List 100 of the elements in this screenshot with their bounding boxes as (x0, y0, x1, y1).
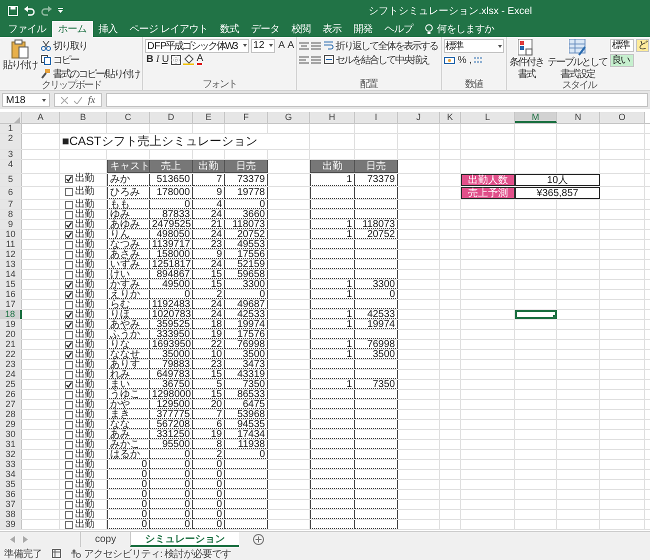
attendance-checkbox[interactable]: 出勤 (62, 174, 105, 183)
row-header[interactable]: 20 (0, 330, 22, 339)
attendance-checkbox[interactable]: 出勤 (62, 350, 105, 359)
attendance-checkbox[interactable]: 出勤 (62, 290, 105, 299)
cell-style[interactable]: ど (636, 39, 650, 52)
tell-me-field[interactable]: 何をしますか (436, 22, 494, 36)
row-header[interactable]: 31 (0, 440, 22, 449)
ribbon-tab[interactable]: ヘルプ (378, 21, 419, 37)
formula-input[interactable] (106, 93, 648, 107)
row-header[interactable]: 25 (0, 380, 22, 389)
row-header[interactable]: 32 (0, 450, 22, 459)
font-style-button[interactable]: U (160, 53, 169, 66)
attendance-checkbox[interactable]: 出勤 (62, 510, 105, 519)
check-icon[interactable] (74, 96, 82, 104)
decimal-icon[interactable] (473, 56, 484, 65)
ribbon-button[interactable]: セルを結合して中央揃え (322, 53, 430, 66)
column-header[interactable]: O (600, 112, 645, 123)
attendance-checkbox[interactable]: 出勤 (62, 210, 105, 219)
redo-icon[interactable] (41, 6, 52, 16)
ribbon-tab[interactable]: 開発 (347, 21, 378, 37)
attendance-checkbox[interactable]: 出勤 (62, 250, 105, 259)
column-header[interactable]: M (515, 112, 557, 123)
name-box[interactable]: M18 (2, 93, 50, 107)
ribbon-button[interactable]: コピー (40, 53, 140, 66)
column-header[interactable]: H (310, 112, 355, 123)
row-header[interactable]: 7 (0, 200, 22, 209)
row-header[interactable]: 3 (0, 150, 22, 159)
row-header[interactable]: 11 (0, 240, 22, 249)
row-header[interactable]: 13 (0, 260, 22, 269)
column-header[interactable]: I (355, 112, 398, 123)
attendance-checkbox[interactable]: 出勤 (62, 220, 105, 229)
attendance-checkbox[interactable]: 出勤 (62, 400, 105, 409)
ribbon-tab[interactable]: 校閲 (285, 21, 316, 37)
ribbon-tab[interactable]: ページ レイアウト (124, 21, 214, 37)
row-header[interactable]: 23 (0, 360, 22, 369)
font-style-button[interactable]: B (145, 53, 154, 66)
row-header[interactable]: 6 (0, 187, 22, 199)
fill-handle[interactable] (553, 315, 556, 318)
attendance-checkbox[interactable]: 出勤 (62, 390, 105, 399)
column-header[interactable]: K (440, 112, 461, 123)
ribbon-tab[interactable]: ホーム (52, 21, 92, 37)
row-header[interactable]: 38 (0, 510, 22, 519)
ribbon-tab[interactable]: ファイル (2, 21, 52, 37)
attendance-checkbox[interactable]: 出勤 (62, 410, 105, 419)
sheet-tab[interactable]: シミュレーション (130, 532, 240, 547)
font-color-button[interactable]: A (196, 53, 203, 66)
row-header[interactable]: 16 (0, 290, 22, 299)
row-header[interactable]: 9 (0, 220, 22, 229)
save-icon[interactable] (8, 6, 18, 16)
cell-style[interactable]: 標準 (610, 39, 634, 52)
attendance-checkbox[interactable]: 出勤 (62, 430, 105, 439)
font-size-button[interactable]: A (286, 39, 294, 52)
ribbon-tab[interactable]: データ (244, 21, 286, 37)
attendance-checkbox[interactable]: 出勤 (62, 300, 105, 309)
currency-icon[interactable] (444, 56, 455, 65)
row-header[interactable]: 1 (0, 124, 22, 133)
align-lines-icon[interactable] (310, 56, 321, 64)
ribbon-tab[interactable]: 挿入 (92, 21, 124, 37)
row-header[interactable]: 12 (0, 250, 22, 259)
row-header[interactable]: 22 (0, 350, 22, 359)
align-lines-icon[interactable] (310, 42, 321, 50)
column-header[interactable]: B (60, 112, 107, 123)
font-size-button[interactable]: A (277, 39, 284, 52)
row-header[interactable]: 33 (0, 460, 22, 469)
row-header[interactable]: 19 (0, 320, 22, 329)
number-format-button[interactable]: % (456, 54, 466, 67)
cell-style[interactable]: 良い (610, 54, 634, 67)
attendance-checkbox[interactable]: 出勤 (62, 260, 105, 269)
attendance-checkbox[interactable]: 出勤 (62, 360, 105, 369)
attendance-checkbox[interactable]: 出勤 (62, 380, 105, 389)
customize-caret-icon[interactable] (58, 8, 63, 14)
row-header[interactable]: 37 (0, 500, 22, 509)
number-format-box[interactable]: 標準 (444, 39, 504, 53)
row-header[interactable]: 4 (0, 160, 22, 173)
attendance-checkbox[interactable]: 出勤 (62, 480, 105, 489)
attendance-checkbox[interactable]: 出勤 (62, 230, 105, 239)
row-header[interactable]: 27 (0, 400, 22, 409)
ribbon-tab[interactable]: 表示 (316, 21, 348, 37)
attendance-checkbox[interactable]: 出勤 (62, 500, 105, 509)
fill-color-icon[interactable] (182, 54, 194, 65)
ribbon-tab[interactable]: 数式 (214, 21, 245, 37)
borders-icon[interactable] (170, 54, 181, 64)
row-header[interactable]: 26 (0, 390, 22, 399)
attendance-checkbox[interactable]: 出勤 (62, 280, 105, 289)
attendance-checkbox[interactable]: 出勤 (62, 490, 105, 499)
column-header[interactable]: N (557, 112, 600, 123)
ribbon-button[interactable]: 切り取り (40, 39, 140, 52)
row-header[interactable]: 8 (0, 210, 22, 219)
align-lines-icon[interactable] (298, 56, 309, 64)
attendance-checkbox[interactable]: 出勤 (62, 240, 105, 249)
attendance-checkbox[interactable]: 出勤 (62, 520, 105, 529)
row-header[interactable]: 21 (0, 340, 22, 349)
row-header[interactable]: 28 (0, 410, 22, 419)
ribbon-button[interactable]: 折り返して全体を表示する (322, 39, 439, 52)
column-header[interactable]: G (268, 112, 310, 123)
number-format-button[interactable]: , (468, 54, 472, 67)
add-sheet-icon[interactable] (253, 534, 264, 545)
row-header[interactable]: 17 (0, 300, 22, 309)
column-header[interactable]: D (150, 112, 193, 123)
row-header[interactable]: 15 (0, 280, 22, 289)
